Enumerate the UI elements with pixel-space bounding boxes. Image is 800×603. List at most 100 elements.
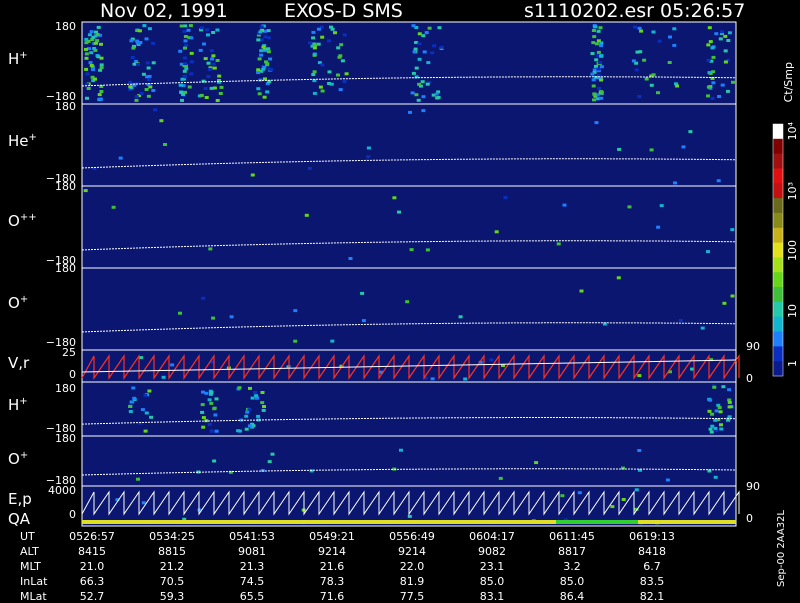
spectrogram-cell <box>599 54 604 58</box>
spectrogram-cell <box>143 429 148 433</box>
spectrogram-cell <box>189 72 194 76</box>
spectrogram-cell <box>179 24 184 28</box>
spectrogram-cell <box>594 58 599 62</box>
spectrogram-cell <box>256 87 261 91</box>
spectrogram-cell <box>86 39 91 43</box>
spectrogram-cell <box>717 406 722 410</box>
spectrogram-cell <box>678 319 683 322</box>
spectrogram-cell <box>657 39 662 43</box>
spectrogram-cell <box>556 242 561 246</box>
spectrogram-cell <box>87 33 92 37</box>
spectrogram-cell <box>212 407 217 411</box>
spectrogram-cell <box>672 43 677 47</box>
spectrogram-cell <box>134 95 139 99</box>
spectrogram-cell <box>312 46 317 50</box>
time-row-value: 70.5 <box>159 575 185 588</box>
spectrogram-cell <box>639 29 644 33</box>
spectrogram-cell <box>213 413 218 417</box>
spectrogram-cell <box>86 87 91 90</box>
qa-bar-yellow <box>82 520 558 524</box>
spectrogram-cell <box>427 26 432 30</box>
spectrogram-cell <box>316 42 321 46</box>
time-row-value: 8817 <box>558 545 586 558</box>
spectrogram-cell <box>421 109 426 113</box>
spectrogram-cell <box>713 475 718 479</box>
spectrogram-cell <box>719 30 724 34</box>
spectrogram-cell <box>183 46 187 50</box>
spectrogram-cell <box>209 86 214 90</box>
time-row-value: 83.5 <box>639 575 665 588</box>
spectrogram-cell <box>260 391 265 394</box>
spectrogram-cell <box>199 93 204 97</box>
spectrogram-cell <box>134 98 139 102</box>
spectrogram-cell <box>651 73 656 77</box>
time-row-label-ut: UT <box>20 530 35 543</box>
spectrogram-cell <box>312 91 317 95</box>
spectrogram-cell <box>138 41 143 44</box>
spectrogram-cell <box>151 41 156 45</box>
spectrogram-cell <box>706 43 711 47</box>
spectrogram-cell <box>144 88 149 91</box>
spectrogram-cell <box>85 96 89 100</box>
colorbar-tick-label: 10 <box>786 304 799 318</box>
spectrogram-cell <box>250 396 255 400</box>
spectrogram-cell <box>333 31 337 35</box>
colorbar-tick-label: 10⁴ <box>786 122 799 141</box>
spectrogram-cell <box>329 25 333 29</box>
spectrogram-cell <box>421 95 426 99</box>
spectrogram-cell <box>201 390 205 394</box>
spectrogram-cell <box>409 248 414 252</box>
spectrogram-cell <box>215 28 220 32</box>
spectrogram-cell <box>592 92 597 96</box>
colorbar-segment <box>773 212 783 229</box>
spectrogram-cell <box>410 91 415 95</box>
spectrogram-cell <box>85 72 90 76</box>
spectrogram-cell <box>207 67 212 71</box>
spectrogram-cell <box>711 55 716 59</box>
time-row-value: 8415 <box>78 545 106 558</box>
spectrogram-cell <box>710 96 715 100</box>
spectrogram-cell <box>430 51 435 55</box>
spectrogram-cell <box>88 61 93 65</box>
spectrogram-cell <box>718 410 723 414</box>
spectrogram-cell <box>616 276 621 280</box>
time-row-value: 0611:45 <box>549 530 595 543</box>
spectrogram-cell <box>229 315 234 319</box>
time-row-value: 9082 <box>478 545 506 558</box>
time-row-label-alt: ALT <box>20 545 39 558</box>
spectrogram-cell <box>95 33 100 36</box>
spectrogram-cell <box>92 47 97 50</box>
spectrogram-cell <box>182 29 187 33</box>
spectrogram-cell <box>89 64 94 67</box>
spectrogram-cell <box>131 46 136 50</box>
spectrogram-cell <box>417 57 422 61</box>
spectrogram-cell <box>420 80 425 84</box>
spectrogram-cell <box>598 26 603 30</box>
spectrogram-cell <box>183 35 188 38</box>
spectrogram-cell <box>83 189 88 193</box>
spectrogram-cell <box>96 25 101 29</box>
spectrogram-cell <box>708 40 713 44</box>
spectrogram-cell <box>211 316 216 320</box>
spectrogram-cell <box>336 46 341 50</box>
spectrogram-cell <box>179 91 184 94</box>
spectrogram-cell <box>649 83 654 87</box>
spectrogram-cell <box>183 39 188 43</box>
spectrogram-cell <box>318 85 323 89</box>
spectrogram-cell <box>200 410 205 414</box>
spectrogram-cell <box>534 461 539 465</box>
colorbar-segment <box>773 227 783 244</box>
spectrogram-cell <box>458 315 463 319</box>
time-row-value: 0604:17 <box>469 530 515 543</box>
spectrogram-cell <box>259 49 264 53</box>
spectrogram-cell <box>142 24 147 28</box>
spectrogram-cell <box>89 30 94 34</box>
spectrogram-cell <box>128 85 133 89</box>
spectrogram-cell <box>130 400 135 404</box>
spectrogram-cell <box>256 68 261 72</box>
spectrogram-cell <box>432 44 437 48</box>
spectrogram-cell <box>594 64 598 68</box>
time-row-value: 23.1 <box>479 560 505 573</box>
spectrogram-cell <box>590 72 595 76</box>
spectrogram-cell <box>342 33 347 37</box>
